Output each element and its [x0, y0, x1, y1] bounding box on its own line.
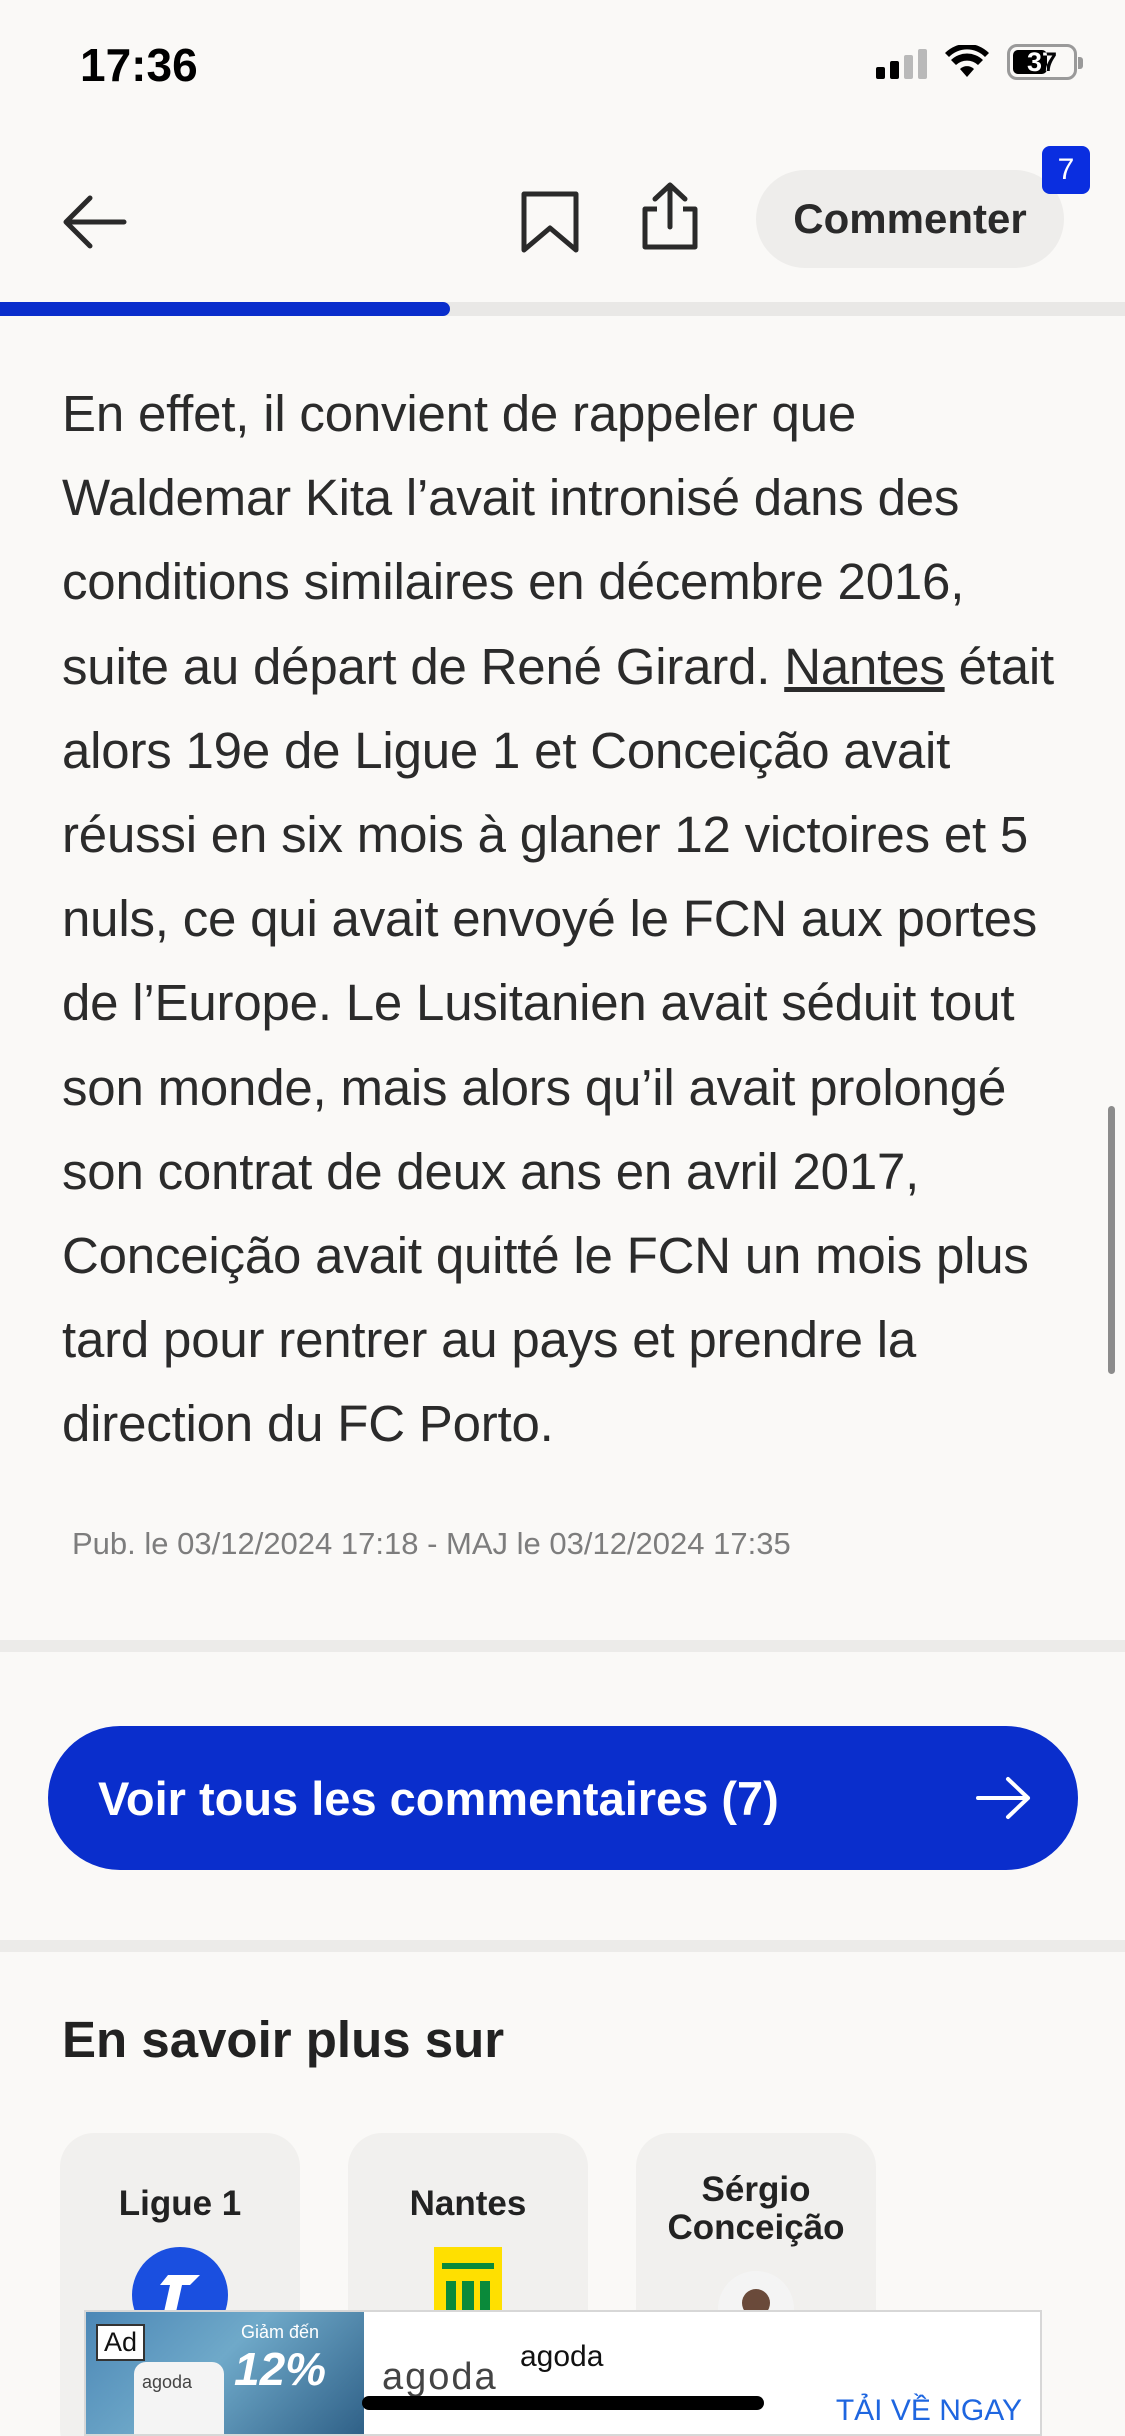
comment-button[interactable]: Commenter: [756, 170, 1064, 268]
ad-phone-graphic: agoda: [134, 2362, 224, 2434]
section-divider: [0, 1640, 1125, 1652]
ad-phone-logo: agoda: [142, 2372, 193, 2392]
section-divider: [0, 1940, 1125, 1952]
arrow-right-icon: [976, 1777, 1030, 1819]
topic-name: Sérgio Conceição: [667, 2170, 845, 2247]
view-comments-label: Voir tous les commentaires (7): [98, 1771, 779, 1825]
comment-count-badge: 7: [1042, 146, 1090, 194]
topic-name: Ligue 1: [118, 2184, 242, 2223]
reading-progress-bar: [0, 302, 450, 316]
article-paragraph: En effet, il convient de rappeler que Wa…: [62, 372, 1072, 1467]
battery-icon: 37: [1007, 44, 1083, 80]
publication-info: Pub. le 03/12/2024 17:18 - MAJ le 03/12/…: [72, 1526, 791, 1561]
view-all-comments-button[interactable]: Voir tous les commentaires (7): [48, 1726, 1078, 1870]
ad-banner[interactable]: agoda Giảm đến 12% Ad agoda agoda TẢI VỀ…: [84, 2310, 1042, 2436]
ad-promo-big: 12%: [234, 2343, 327, 2395]
ad-cta-link[interactable]: TẢI VỀ NGAY: [836, 2394, 1022, 2428]
status-icons: 37: [876, 44, 1083, 80]
arrow-left-icon: [63, 195, 127, 249]
nantes-link[interactable]: Nantes: [784, 638, 945, 695]
share-button[interactable]: [634, 180, 706, 252]
ad-label: Ad: [96, 2324, 146, 2361]
ad-brand-logo: agoda: [382, 2356, 498, 2398]
related-section-title: En savoir plus sur: [62, 2011, 505, 2068]
ad-promo-small: Giảm đến: [241, 2322, 320, 2342]
bookmark-button[interactable]: [514, 186, 586, 258]
article-text-end: était alors 19e de Ligue 1 et Conceição …: [62, 637, 1054, 1453]
top-navigation: Commenter: [0, 140, 1125, 305]
battery-level: 37: [1026, 46, 1058, 77]
ad-image: agoda Giảm đến 12% Ad: [86, 2312, 364, 2434]
share-icon: [642, 182, 698, 250]
status-time: 17:36: [80, 39, 198, 91]
scroll-indicator: [1108, 1106, 1115, 1374]
status-bar: 17:36 37: [0, 0, 1125, 140]
cellular-signal-icon: [876, 45, 927, 79]
back-button[interactable]: [58, 186, 130, 258]
ad-brand-name: agoda: [520, 2340, 604, 2373]
bookmark-icon: [521, 191, 579, 253]
wifi-icon: [945, 45, 989, 77]
home-indicator: [362, 2396, 764, 2410]
topic-name: Nantes: [409, 2184, 527, 2223]
